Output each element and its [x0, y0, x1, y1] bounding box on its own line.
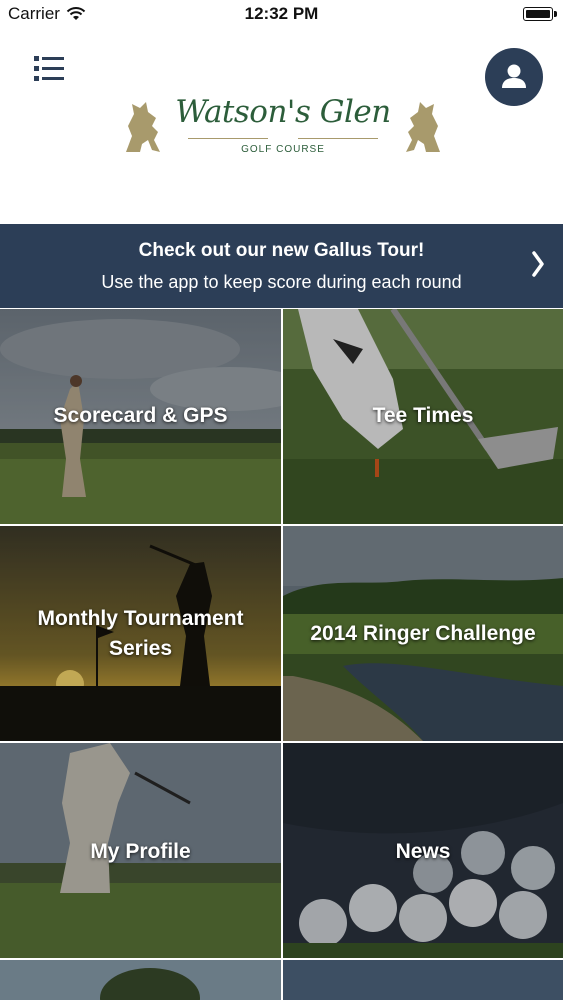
tree-photo: [0, 960, 281, 1000]
logo-rule-right: [298, 138, 378, 139]
tile-scorecard-gps[interactable]: Scorecard & GPS: [0, 309, 281, 524]
tile-label: 2014 Ringer Challenge: [310, 622, 536, 645]
tile-label: News: [395, 840, 451, 863]
tile-label: My Profile: [90, 840, 191, 863]
profile-button[interactable]: [485, 48, 543, 106]
lion-crest-left-icon: [126, 102, 160, 152]
tile-label-line-2: Series: [108, 637, 173, 660]
chevron-right-icon: [532, 251, 544, 277]
battery-icon: [523, 7, 557, 21]
tile-partial-right[interactable]: [283, 960, 563, 1000]
tile-label: Scorecard & GPS: [53, 404, 228, 427]
tile-monthly-tournament-series[interactable]: Monthly Tournament Series: [0, 526, 281, 741]
tile-my-profile[interactable]: My Profile: [0, 743, 281, 958]
logo-title: Watson's Glen: [175, 94, 391, 130]
banner-subtitle: Use the app to keep score during each ro…: [101, 272, 462, 292]
gallus-tour-banner[interactable]: Check out our new Gallus Tour! Use the a…: [0, 224, 563, 308]
tile-label: Tee Times: [372, 404, 474, 427]
logo-rule-left: [188, 138, 268, 139]
lion-crest-right-icon: [406, 102, 440, 152]
user-icon: [502, 64, 526, 88]
status-time: 12:32 PM: [244, 4, 319, 23]
tile-tee-times[interactable]: Tee Times: [283, 309, 563, 524]
tile-2014-ringer-challenge[interactable]: 2014 Ringer Challenge: [283, 526, 563, 741]
status-bar: Carrier 12:32 PM: [0, 0, 563, 30]
tile-news[interactable]: News: [283, 743, 563, 958]
tile-partial-left[interactable]: [0, 960, 281, 1000]
banner-title: Check out our new Gallus Tour!: [138, 240, 425, 261]
tile-label-line-1: Monthly Tournament: [37, 607, 244, 630]
course-logo: Watson's Glen GOLF COURSE: [118, 92, 448, 162]
logo-subtitle: GOLF COURSE: [241, 144, 325, 155]
menu-list-icon: [34, 56, 64, 81]
menu-button[interactable]: [30, 52, 70, 86]
